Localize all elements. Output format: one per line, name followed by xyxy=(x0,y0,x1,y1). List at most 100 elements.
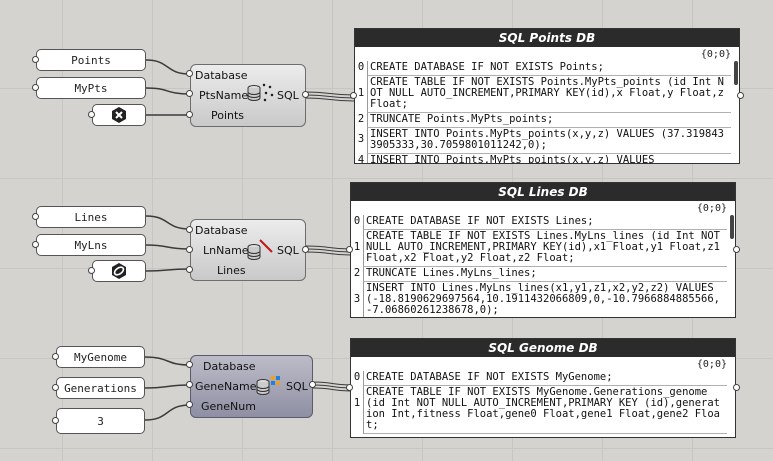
panel-input-grip[interactable] xyxy=(350,92,357,99)
port-input-grip[interactable] xyxy=(186,111,193,118)
panel-input-grip[interactable] xyxy=(346,384,353,391)
port-ptsname-label: PtsName xyxy=(199,89,249,102)
port-database-label: Database xyxy=(195,224,248,237)
port-input-grip[interactable] xyxy=(186,266,193,273)
lines-geometry-param[interactable] xyxy=(92,260,146,282)
item-index: 3 xyxy=(353,293,361,305)
item-index: 0 xyxy=(357,61,365,73)
sql-genome-db-panel[interactable]: SQL Genome DB {0;0} 0 CREATE DATABASE IF … xyxy=(350,338,736,438)
port-database-label: Database xyxy=(203,360,256,373)
item-text: CREATE DATABASE IF NOT EXISTS Points; xyxy=(367,61,731,76)
panel-data-path: {0;0} xyxy=(696,359,727,370)
item-text: INSERT INTO Points.MyPts_points(x,y,z) V… xyxy=(367,128,731,154)
item-index: 0 xyxy=(353,215,361,227)
panel-title: SQL Genome DB xyxy=(351,339,735,357)
points-table-name-param[interactable]: MyPts xyxy=(36,77,146,99)
genome-table-name-param[interactable]: Generations xyxy=(56,377,145,399)
port-points-label: Points xyxy=(211,109,245,122)
port-genenum-label: GeneNum xyxy=(201,400,256,413)
param-value: Generations xyxy=(64,381,137,395)
item-text: TRUNCATE Lines.MyLns_lines; xyxy=(363,267,727,282)
sql-lines-component[interactable]: Database LnName Lines SQL xyxy=(190,219,306,281)
panel-item: 3 INSERT INTO Lines.MyLns_lines(x1,y1,z1,… xyxy=(351,282,727,317)
panel-title: SQL Lines DB xyxy=(351,183,735,201)
port-output-grip[interactable] xyxy=(302,246,309,253)
database-points-icon xyxy=(246,81,274,109)
item-text: CREATE TABLE IF NOT EXISTS Lines.MyLns_l… xyxy=(363,230,727,267)
panel-item: 1 CREATE TABLE IF NOT EXISTS Lines.MyLns_… xyxy=(351,230,727,267)
panel-item: 2 TRUNCATE Lines.MyLns_lines; xyxy=(351,267,727,282)
panel-items[interactable]: 0 CREATE DATABASE IF NOT EXISTS Points; 1… xyxy=(355,61,731,163)
curve-param-icon xyxy=(112,263,126,279)
item-text: CREATE DATABASE IF NOT EXISTS MyGenome; xyxy=(363,371,727,386)
param-input-grip[interactable] xyxy=(52,417,59,424)
param-input-grip[interactable] xyxy=(52,384,59,391)
port-lines-label: Lines xyxy=(217,264,246,277)
param-input-grip[interactable] xyxy=(32,213,39,220)
param-input-grip[interactable] xyxy=(32,56,39,63)
panel-output-grip[interactable] xyxy=(733,246,740,253)
panel-items[interactable]: 0 CREATE DATABASE IF NOT EXISTS MyGenome;… xyxy=(351,371,727,437)
sql-lines-db-panel[interactable]: SQL Lines DB {0;0} 0 CREATE DATABASE IF N… xyxy=(350,182,736,318)
point-cross-icon xyxy=(112,107,126,123)
sql-points-component[interactable]: Database PtsName Points SQL xyxy=(190,64,306,127)
lines-db-name-param[interactable]: Lines xyxy=(36,206,146,228)
port-input-grip[interactable] xyxy=(186,226,193,233)
item-index: 2 xyxy=(353,267,361,279)
lines-table-name-param[interactable]: MyLns xyxy=(36,234,146,256)
port-input-grip[interactable] xyxy=(186,70,193,77)
genome-db-name-param[interactable]: MyGenome xyxy=(56,346,145,368)
item-index: 4 xyxy=(357,154,365,164)
genome-gene-num-param[interactable]: 3 xyxy=(56,408,145,434)
item-text: TRUNCATE Points.MyPts_points; xyxy=(367,113,731,128)
port-sql-output-label: SQL xyxy=(277,244,299,257)
param-value: Points xyxy=(71,53,111,67)
panel-output-grip[interactable] xyxy=(737,92,744,99)
panel-item: 0 CREATE DATABASE IF NOT EXISTS Lines; xyxy=(351,215,727,230)
port-input-grip[interactable] xyxy=(186,361,193,368)
param-input-grip[interactable] xyxy=(88,111,95,118)
port-input-grip[interactable] xyxy=(186,246,193,253)
panel-item: 1 CREATE TABLE IF NOT EXISTS MyGenome.Gen… xyxy=(351,386,727,434)
item-index: 1 xyxy=(353,397,361,409)
param-value: MyPts xyxy=(74,81,108,95)
panel-scrollbar[interactable] xyxy=(734,61,738,85)
port-input-grip[interactable] xyxy=(186,90,193,97)
port-sql-output-label: SQL xyxy=(277,89,299,102)
param-input-grip[interactable] xyxy=(52,353,59,360)
panel-title: SQL Points DB xyxy=(355,29,739,47)
port-lnname-label: LnName xyxy=(203,244,249,257)
panel-data-path: {0;0} xyxy=(696,203,727,214)
points-db-name-param[interactable]: Points xyxy=(36,49,146,71)
database-lines-icon xyxy=(246,238,274,266)
panel-item: 2 TRUNCATE Points.MyPts_points; xyxy=(355,113,731,128)
param-input-grip[interactable] xyxy=(88,267,95,274)
port-database-label: Database xyxy=(195,69,248,82)
param-value: MyGenome xyxy=(74,350,127,364)
item-text: CREATE DATABASE IF NOT EXISTS Lines; xyxy=(363,215,727,230)
port-sql-output-label: SQL xyxy=(286,380,308,393)
item-text: INSERT INTO Lines.MyLns_lines(x1,y1,z1,x… xyxy=(363,282,727,317)
param-value: MyLns xyxy=(74,238,108,252)
panel-scrollbar[interactable] xyxy=(730,215,734,239)
panel-data-path: {0;0} xyxy=(700,49,731,60)
sql-points-db-panel[interactable]: SQL Points DB {0;0} 0 CREATE DATABASE IF … xyxy=(354,28,740,164)
panel-output-grip[interactable] xyxy=(733,384,740,391)
item-text: CREATE TABLE IF NOT EXISTS MyGenome.Gene… xyxy=(363,386,727,434)
database-genome-icon xyxy=(255,373,283,401)
panel-item: 1 CREATE TABLE IF NOT EXISTS Points.MyPts… xyxy=(355,76,731,113)
port-genename-label: GeneName xyxy=(195,380,257,393)
port-output-grip[interactable] xyxy=(302,91,309,98)
item-index: 3 xyxy=(357,133,365,145)
panel-item: 3 INSERT INTO Points.MyPts_points(x,y,z) … xyxy=(355,128,731,154)
param-input-grip[interactable] xyxy=(32,241,39,248)
item-text: CREATE TABLE IF NOT EXISTS Points.MyPts_… xyxy=(367,76,731,113)
param-input-grip[interactable] xyxy=(32,84,39,91)
port-input-grip[interactable] xyxy=(186,381,193,388)
points-geometry-param[interactable] xyxy=(92,104,146,126)
port-input-grip[interactable] xyxy=(186,401,193,408)
panel-input-grip[interactable] xyxy=(346,246,353,253)
sql-genome-component[interactable]: Database GeneName GeneNum SQL xyxy=(190,355,313,418)
panel-items[interactable]: 0 CREATE DATABASE IF NOT EXISTS Lines; 1C… xyxy=(351,215,727,317)
port-output-grip[interactable] xyxy=(309,381,316,388)
